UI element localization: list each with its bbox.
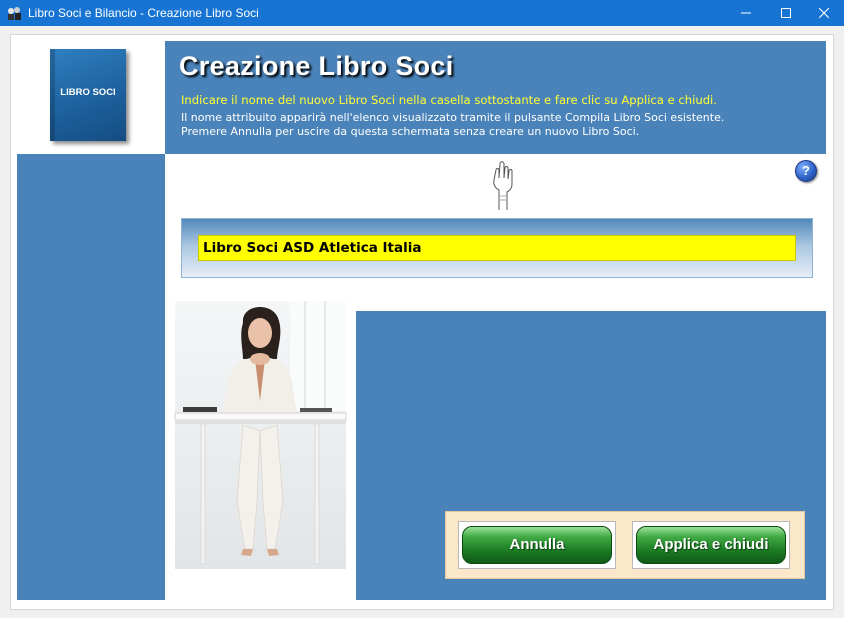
libro-soci-book-icon: LIBRO SOCI xyxy=(50,49,126,141)
page-title: Creazione Libro Soci xyxy=(179,51,454,81)
close-button[interactable] xyxy=(804,0,844,26)
window-title: Libro Soci e Bilancio - Creazione Libro … xyxy=(28,6,259,20)
pointing-hand-icon xyxy=(493,161,513,210)
book-label: LIBRO SOCI xyxy=(60,87,116,98)
instruction-highlight: Indicare il nome del nuovo Libro Soci ne… xyxy=(181,93,717,107)
maximize-icon xyxy=(781,8,791,18)
help-button[interactable]: ? xyxy=(795,160,817,182)
close-icon xyxy=(819,8,829,18)
minimize-button[interactable] xyxy=(726,0,766,26)
maximize-button[interactable] xyxy=(766,0,806,26)
libro-soci-name-input[interactable] xyxy=(198,235,796,261)
cancel-button[interactable]: Annulla xyxy=(462,526,612,564)
help-icon: ? xyxy=(802,163,810,178)
apply-and-close-button[interactable]: Applica e chiudi xyxy=(636,526,786,564)
left-decor-panel xyxy=(17,154,165,600)
app-icon xyxy=(8,7,21,20)
instruction-line-2: Il nome attribuito apparirà nell'elenco … xyxy=(181,111,725,124)
instruction-line-3: Premere Annulla per uscire da questa sch… xyxy=(181,125,640,138)
photo-illustration xyxy=(174,301,347,569)
title-bar: Libro Soci e Bilancio - Creazione Libro … xyxy=(0,0,844,26)
header-panel: Creazione Libro Soci Indicare il nome de… xyxy=(165,41,826,154)
minimize-icon xyxy=(741,12,751,14)
businesswoman-photo xyxy=(165,301,356,579)
